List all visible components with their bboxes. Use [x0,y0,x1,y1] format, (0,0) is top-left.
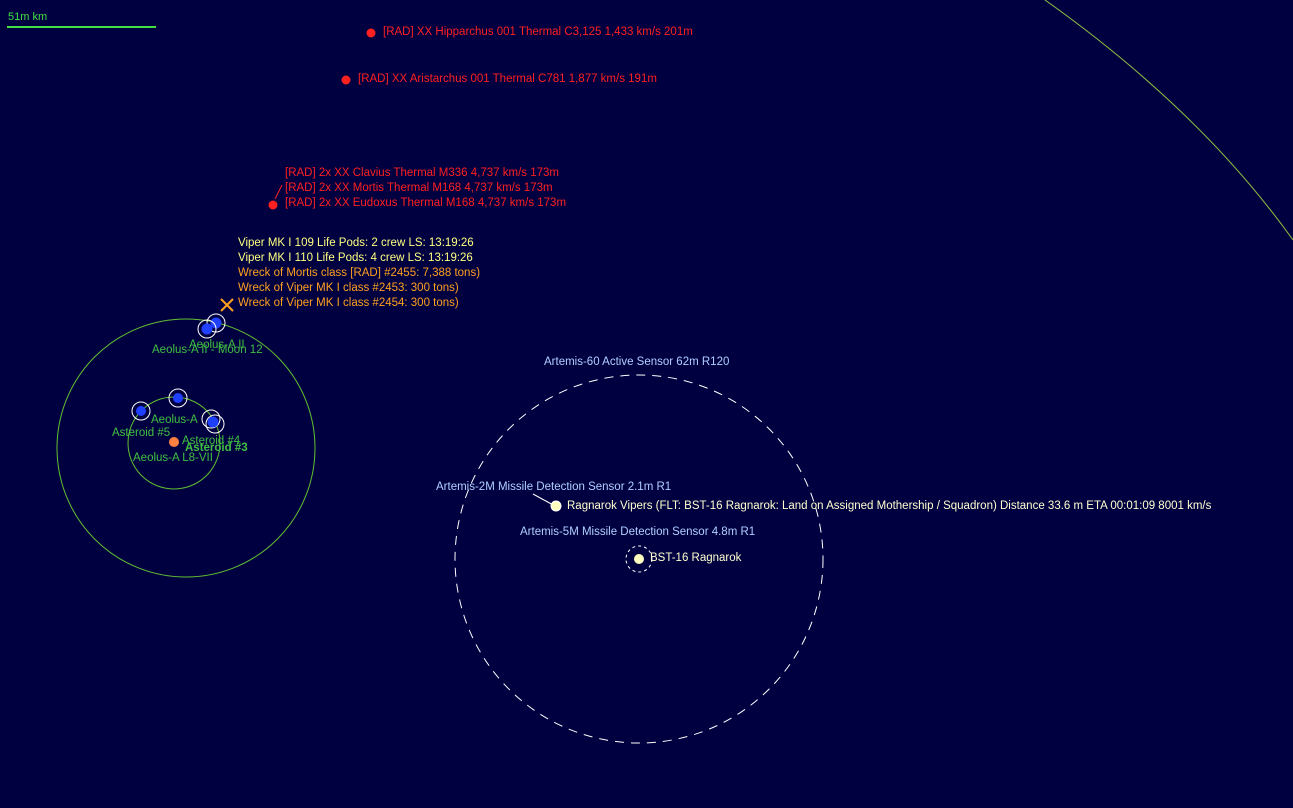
body-label-asteroid5[interactable]: Asteroid #5 [112,426,170,440]
wreck-label-2455[interactable]: Wreck of Mortis class [RAD] #2455: 7,388… [238,266,480,280]
fleet-bst16-ragnarok[interactable] [634,554,644,564]
body-label-moon12[interactable]: Aeolus-A II - Moon 12 [152,343,263,357]
asteroid5-fill [136,406,146,416]
planet-orbit-arc [1044,0,1293,241]
contact-label-eudoxus[interactable]: [RAD] 2x XX Eudoxus Thermal M168 4,737 k… [285,196,566,210]
hostile-contact-group[interactable] [268,200,278,210]
hostile-contact-aristarchus[interactable] [341,75,351,85]
scale-label: 51m km [8,11,48,23]
asteroid-cluster-fill [207,416,219,428]
contact-label-aristarchus[interactable]: [RAD] XX Aristarchus 001 Thermal C781 1,… [358,72,657,86]
tactical-map[interactable] [0,0,1293,808]
lifepod-label-110[interactable]: Viper MK I 110 Life Pods: 4 crew LS: 13:… [238,251,473,265]
wreck-marker-icon[interactable] [220,298,234,312]
sensor-label-active: Artemis-60 Active Sensor 62m R120 [544,356,730,368]
wreck-label-2454[interactable]: Wreck of Viper MK I class #2454: 300 ton… [238,296,459,310]
hostile-contact-hipparchus[interactable] [366,28,376,38]
sensor-label-missile-5m: Artemis-5M Missile Detection Sensor 4.8m… [520,526,756,538]
star-aeolus-l8[interactable] [169,437,179,447]
contact-leader-line [274,184,283,200]
body-upper-fill [173,393,183,403]
moon12-body [201,323,213,335]
body-label-aeolus-l8[interactable]: Aeolus-A L8-VII [133,451,213,465]
wreck-label-2453[interactable]: Wreck of Viper MK I class #2453: 300 ton… [238,281,459,295]
lifepod-label-109[interactable]: Viper MK I 109 Life Pods: 2 crew LS: 13:… [238,236,474,250]
body-label-aeolus-a[interactable]: Aeolus-A [151,413,198,427]
fleet-label-vipers[interactable]: Ragnarok Vipers (FLT: BST-16 Ragnarok: L… [567,499,1211,513]
contact-label-hipparchus[interactable]: [RAD] XX Hipparchus 001 Thermal C3,125 1… [383,25,693,39]
contact-label-clavius[interactable]: [RAD] 2x XX Clavius Thermal M336 4,737 k… [285,166,559,180]
fleet-label-ragnarok[interactable]: BST-16 Ragnarok [650,551,741,565]
fleet-ragnarok-vipers[interactable] [550,500,562,512]
sensor-label-missile-2m: Artemis-2M Missile Detection Sensor 2.1m… [436,481,672,493]
contact-label-mortis[interactable]: [RAD] 2x XX Mortis Thermal M168 4,737 km… [285,181,553,195]
